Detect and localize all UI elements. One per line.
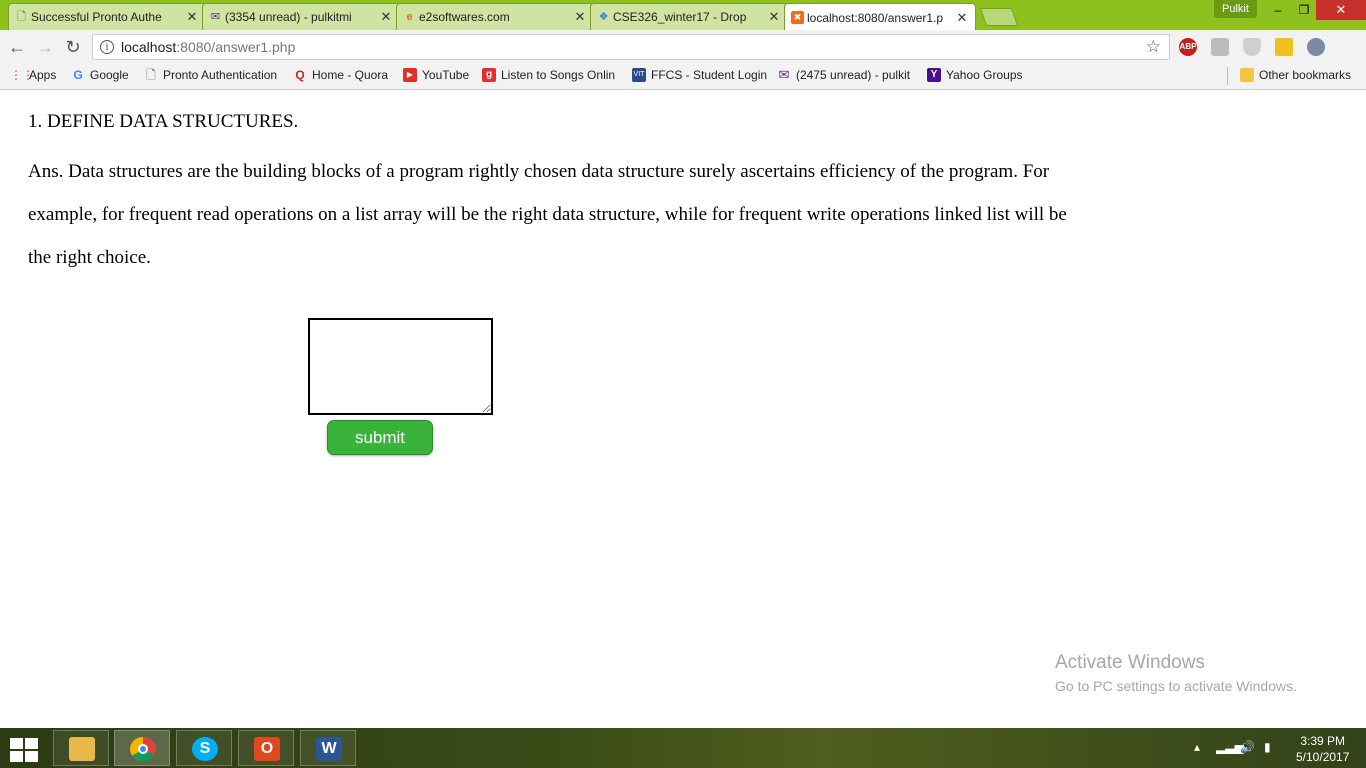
reload-button[interactable]: ↻ [62,36,84,58]
tab-title: localhost:8080/answer1.p [807,10,944,25]
page-content: 1. DEFINE DATA STRUCTURES. Ans. Data str… [0,90,1366,728]
shield-icon[interactable] [1243,38,1261,56]
bookmark-label: Pronto Authentication [163,68,278,82]
folder-icon [1240,68,1254,82]
xampp-icon: ✖ [791,11,804,24]
tab-localhost[interactable]: ✖ localhost:8080/answer1.p ✕ [784,3,976,31]
bookmark-label: Yahoo Groups [946,68,1023,82]
tab-title: CSE326_winter17 - Drop [613,10,747,24]
word-icon: W [316,737,342,761]
bookmark-label: (2475 unread) - pulkit [796,68,911,82]
volume-icon[interactable]: 🔊 [1240,740,1255,754]
window-close-button[interactable]: ✕ [1316,0,1366,20]
new-tab-button[interactable] [979,8,1019,26]
question-heading: 1. DEFINE DATA STRUCTURES. [28,111,299,132]
yahoo-mail-icon: ✉ [778,67,790,82]
url-path: :8080/answer1.php [176,39,296,55]
forward-button[interactable]: → [34,36,56,58]
clock-time: 3:39 PM [1300,734,1346,748]
bookmark-apps[interactable]: ⋮⋮ Apps [10,68,56,82]
bookmark-youtube[interactable]: ▶ YouTube [403,68,469,82]
bookmark-yahoo-groups[interactable]: Y Yahoo Groups [927,68,1023,82]
note-extension-icon[interactable] [1275,38,1293,56]
bookmarks-separator [1227,67,1228,85]
address-bar[interactable]: i localhost:8080/answer1.php ☆ [92,34,1170,60]
document-icon: 🗋 [146,68,156,82]
e2-icon: e [406,11,413,23]
youtube-icon: ▶ [403,68,417,82]
bookmark-pronto[interactable]: 🗋 Pronto Authentication [144,68,277,82]
bookmark-gaana[interactable]: g Listen to Songs Onlin [482,68,615,82]
browser-toolbar: ← → ↻ i localhost:8080/answer1.php ☆ ABP… [0,30,1366,94]
bookmark-label: Listen to Songs Onlin [501,68,616,82]
tab-title: e2softwares.com [419,10,510,24]
info-icon[interactable]: i [100,40,114,54]
google-icon: G [73,68,83,82]
skype-icon: S [192,737,218,761]
taskbar-file-explorer[interactable] [53,730,109,766]
apps-grid-icon: ⋮⋮ [10,68,34,82]
vit-icon: VIT [632,68,646,82]
show-hidden-icons[interactable]: ▴ [1194,740,1200,754]
back-button[interactable]: ← [6,36,28,58]
bookmark-label: Google [90,68,129,82]
gaana-icon: g [482,68,496,82]
watermark-title: Activate Windows [1055,652,1205,673]
url-host: localhost [121,39,177,55]
battery-icon[interactable]: ▮ [1264,740,1271,754]
dropbox-icon: ❖ [598,11,609,23]
activate-windows-watermark: Activate Windows Go to PC settings to ac… [1055,652,1297,694]
office-icon: O [254,737,280,761]
folder-icon [69,737,95,761]
minimize-button[interactable]: – [1264,0,1292,20]
taskbar-word[interactable]: W [300,730,356,766]
profile-button[interactable]: Pulkit [1214,0,1257,18]
extension-icon[interactable] [1211,38,1229,56]
answer-input[interactable] [308,318,493,415]
submit-button[interactable]: submit [327,420,433,455]
bookmark-star-icon[interactable]: ☆ [1146,37,1161,57]
bookmark-ffcs[interactable]: VIT FFCS - Student Login [632,68,767,82]
other-bookmarks[interactable]: Other bookmarks [1240,68,1351,82]
tab-title: Successful Pronto Authe [31,10,162,24]
watermark-subtitle: Go to PC settings to activate Windows. [1055,678,1297,694]
windows-taskbar: S O W ▴ ▂▃▅ 🔊 ▮ 3:39 PM 5/10/2017 [0,728,1366,768]
quora-icon: Q [295,68,305,82]
bookmark-label: FFCS - Student Login [651,68,768,82]
bookmark-label: Home - Quora [312,68,389,82]
tab-e2softwares[interactable]: e e2softwares.com ✕ [396,3,594,30]
system-clock[interactable]: 3:39 PM 5/10/2017 [1296,733,1349,765]
windows-start-icon[interactable] [10,738,38,762]
tab-title: (3354 unread) - pulkitmi [225,10,352,24]
bookmark-label: Apps [29,68,57,82]
incognito-extension-icon[interactable] [1307,38,1325,56]
close-icon[interactable]: ✕ [767,9,781,25]
taskbar-chrome[interactable] [114,730,170,766]
bookmark-yahoo-mail[interactable]: ✉ (2475 unread) - pulkit [777,67,911,83]
taskbar-office[interactable]: O [238,730,294,766]
bookmark-google[interactable]: G Google [71,68,129,82]
bookmarks-bar: ⋮⋮ Apps G Google 🗋 Pronto Authentication… [0,63,1366,90]
clock-date: 5/10/2017 [1296,750,1350,764]
taskbar-skype[interactable]: S [176,730,232,766]
chrome-icon [130,737,156,761]
bookmark-label: YouTube [422,68,470,82]
yahoo-mail-icon: ✉ [210,11,221,23]
answer-text: Ans. Data structures are the building bl… [28,161,1067,268]
close-icon[interactable]: ✕ [573,9,587,25]
adblock-plus-icon[interactable]: ABP [1179,38,1197,56]
close-icon[interactable]: ✕ [185,9,199,25]
tab-yahoo-mail[interactable]: ✉ (3354 unread) - pulkitmi ✕ [202,3,400,30]
close-icon[interactable]: ✕ [955,10,969,26]
restore-button[interactable]: ❐ [1290,0,1318,20]
tab-dropbox[interactable]: ❖ CSE326_winter17 - Drop ✕ [590,3,788,30]
tab-pronto[interactable]: 🗋 Successful Pronto Authe ✕ [8,3,206,30]
document-icon: 🗋 [17,11,26,23]
bookmark-quora[interactable]: Q Home - Quora [293,68,388,82]
other-bookmarks-label: Other bookmarks [1259,68,1352,82]
yahoo-icon: Y [927,68,941,82]
close-icon[interactable]: ✕ [379,9,393,25]
tab-strip: 🗋 Successful Pronto Authe ✕ ✉ (3354 unre… [0,0,1366,31]
url-text[interactable]: localhost:8080/answer1.php [121,39,295,55]
